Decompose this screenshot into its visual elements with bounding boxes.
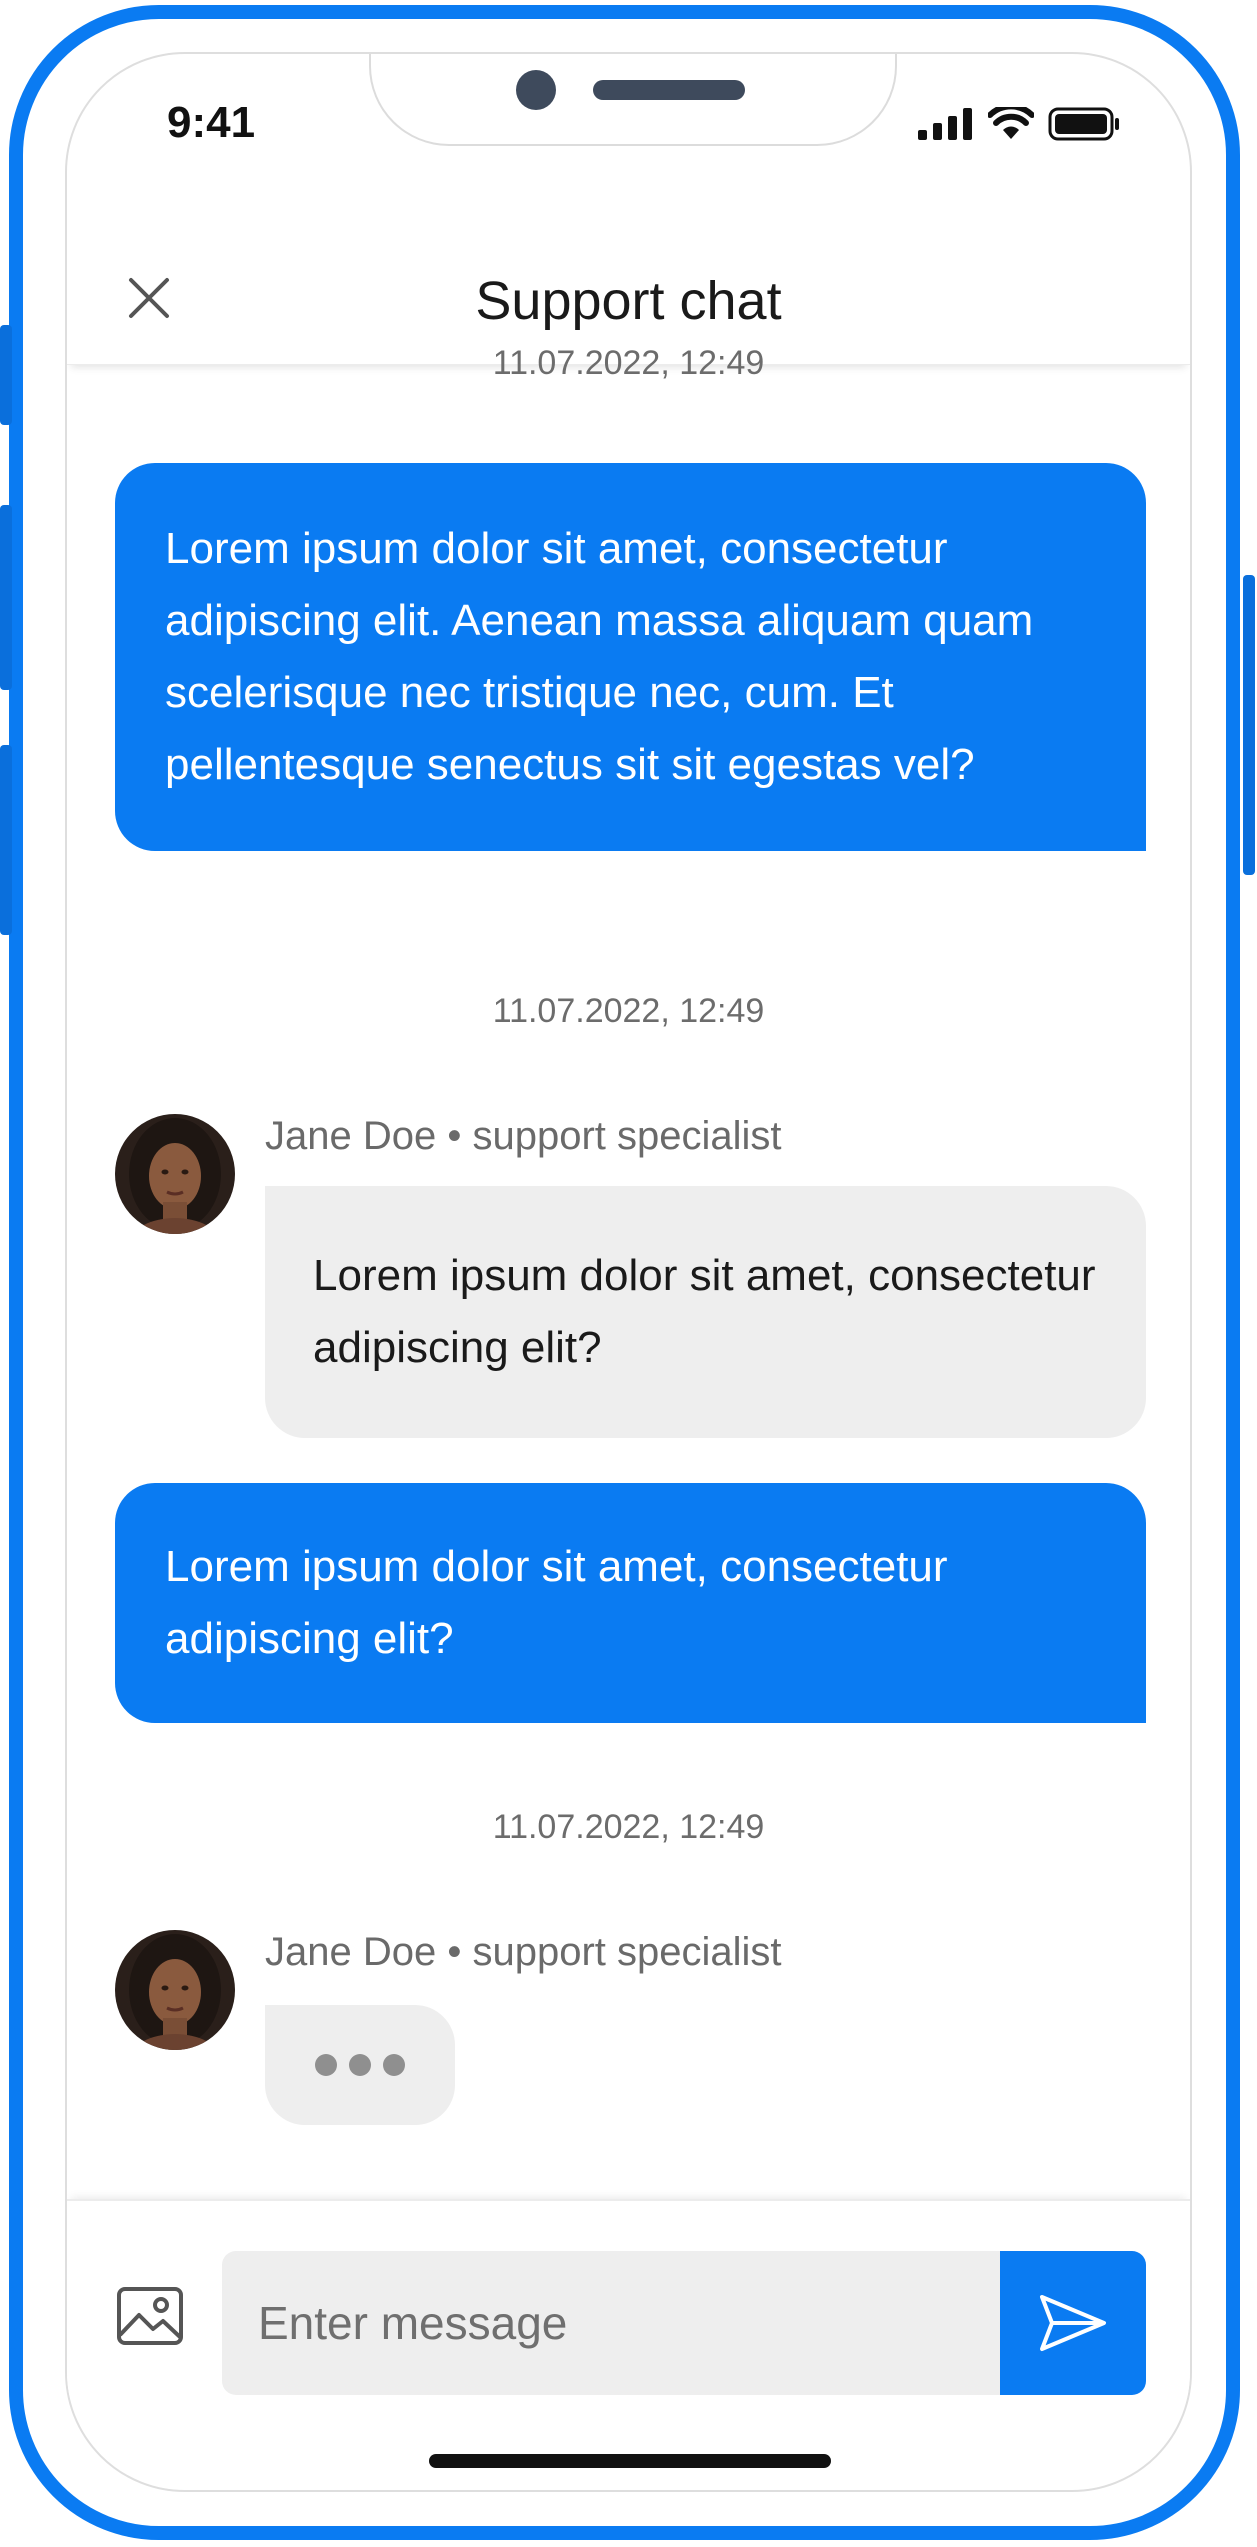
message-composer bbox=[67, 2199, 1190, 2401]
sender-label: Jane Doe • support specialist bbox=[265, 1930, 782, 1974]
notch bbox=[369, 54, 897, 146]
chat-header: Support chat bbox=[67, 204, 1190, 365]
message-timestamp: 11.07.2022, 12:49 bbox=[492, 1808, 765, 1846]
send-button[interactable] bbox=[1000, 2251, 1146, 2395]
wifi-icon bbox=[988, 107, 1034, 139]
outgoing-message: Lorem ipsum dolor sit amet, consectetur … bbox=[115, 1483, 1146, 1723]
typing-dot bbox=[349, 2054, 371, 2076]
message-timestamp: 11.07.2022, 12:49 bbox=[492, 992, 765, 1030]
message-timestamp: 11.07.2022, 12:49 bbox=[492, 344, 765, 382]
image-icon[interactable] bbox=[117, 2287, 183, 2345]
side-button-power bbox=[1243, 575, 1255, 875]
page-title: Support chat bbox=[475, 271, 782, 331]
speaker bbox=[593, 80, 745, 100]
outgoing-message: Lorem ipsum dolor sit amet, consectetur … bbox=[115, 463, 1146, 851]
status-time: 9:41 bbox=[167, 98, 256, 147]
home-indicator bbox=[429, 2454, 831, 2468]
typing-dot bbox=[315, 2054, 337, 2076]
signal-icon bbox=[918, 108, 972, 140]
camera bbox=[516, 70, 556, 110]
status-icons bbox=[918, 104, 1120, 144]
phone-screen: 9:41 Support chat 11.07.2022, 12:49 Lore… bbox=[65, 52, 1192, 2492]
battery-icon bbox=[1048, 107, 1119, 141]
avatar bbox=[115, 1930, 235, 2050]
sender-label: Jane Doe • support specialist bbox=[265, 1114, 782, 1158]
incoming-message: Lorem ipsum dolor sit amet, consectetur … bbox=[265, 1186, 1146, 1438]
side-button-volume-up bbox=[0, 505, 12, 690]
avatar bbox=[115, 1114, 235, 1234]
send-icon bbox=[1040, 2295, 1106, 2351]
message-input[interactable] bbox=[222, 2251, 1000, 2395]
side-button-volume-down bbox=[0, 745, 12, 935]
side-button-silent bbox=[0, 325, 12, 425]
typing-dot bbox=[383, 2054, 405, 2076]
typing-indicator bbox=[265, 2005, 455, 2125]
